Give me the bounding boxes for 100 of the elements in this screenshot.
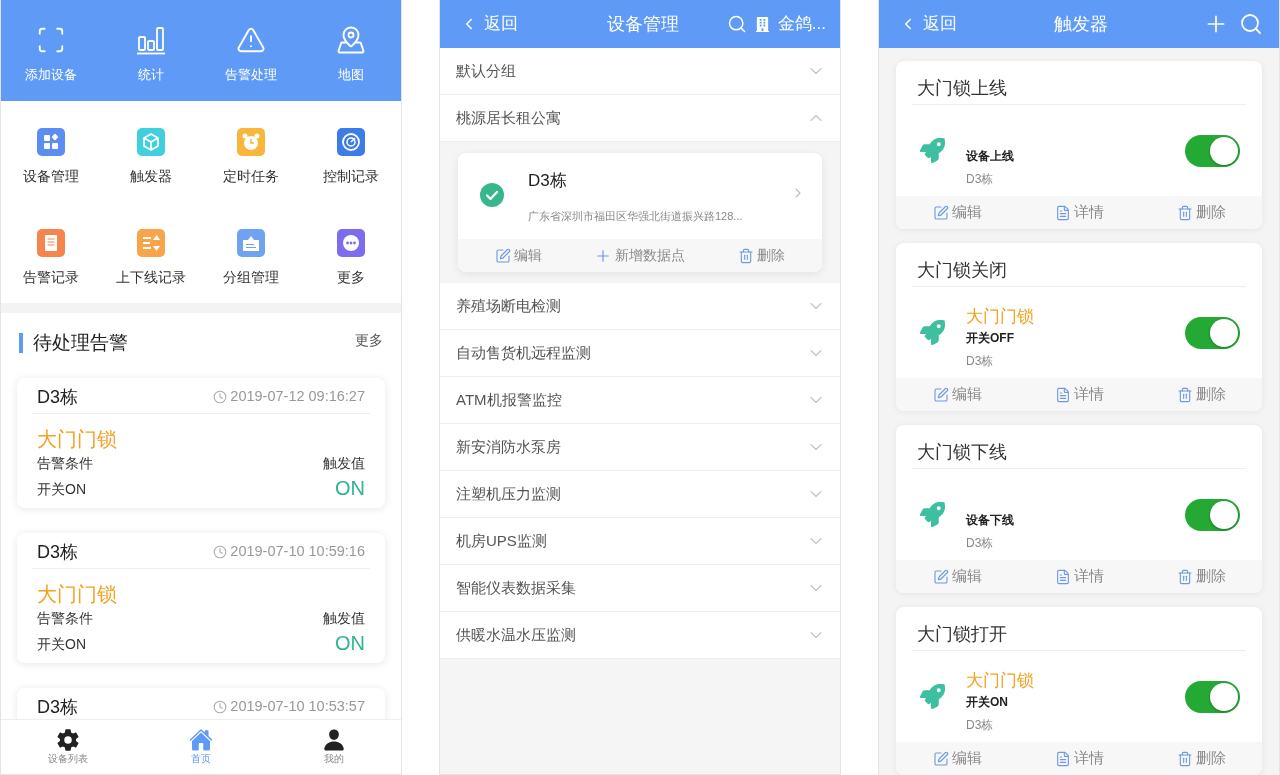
action-button[interactable]: 删除 — [1140, 742, 1262, 775]
feature-button[interactable]: 分组管理 — [201, 202, 301, 303]
organization-selector[interactable]: 金鸽... — [754, 11, 826, 37]
condition-label: 告警条件 — [37, 608, 93, 628]
feature-button[interactable]: 上下线记录 — [101, 202, 201, 303]
sort-icon — [137, 229, 165, 257]
device-card[interactable]: D3栋 广东省深圳市福田区华强北街道振兴路128... 编辑 新增数据点 删除 — [458, 153, 822, 272]
scan-icon — [36, 25, 66, 55]
building-name: D3栋 — [37, 385, 78, 409]
action-button[interactable]: 编辑 — [458, 239, 580, 272]
warning-icon — [236, 25, 266, 55]
more-icon — [337, 229, 365, 257]
page-title: 设备管理 — [607, 12, 679, 36]
action-button[interactable]: 编辑 — [896, 742, 1018, 775]
quick-action-button[interactable]: 添加设备 — [1, 0, 101, 101]
trigger-label: 触发值 — [323, 608, 365, 628]
quick-action-button[interactable]: 地图 — [301, 0, 401, 101]
action-button[interactable]: 详情 — [1018, 196, 1140, 229]
device-location: D3栋 — [966, 535, 995, 552]
trigger-event: 设备上线 — [966, 148, 1014, 165]
nav-tab[interactable]: 首页 — [134, 720, 268, 774]
gear-icon — [55, 728, 80, 752]
action-button[interactable]: 详情 — [1018, 742, 1140, 775]
group-row[interactable]: 默认分组 — [440, 48, 840, 95]
nav-tab[interactable]: 设备列表 — [1, 720, 135, 774]
group-row[interactable]: 注塑机压力监测 — [440, 471, 840, 518]
search-icon[interactable] — [1239, 12, 1263, 36]
device-name: 大门门锁 — [966, 306, 1034, 328]
feature-button[interactable]: 设备管理 — [1, 101, 101, 202]
clock-icon — [213, 700, 228, 714]
group-row[interactable]: 养殖场断电检测 — [440, 283, 840, 330]
document-icon — [1054, 204, 1071, 221]
trigger-event: 设备下线 — [966, 512, 1014, 529]
rocket-icon — [920, 502, 945, 527]
building-icon — [754, 16, 770, 32]
trash-icon — [1176, 750, 1193, 767]
group-row[interactable]: 新安消防水泵房 — [440, 424, 840, 471]
group-row[interactable]: 供暖水温水压监测 — [440, 612, 840, 659]
toggle-switch[interactable] — [1185, 316, 1240, 349]
section-title: 待处理告警 — [33, 330, 128, 355]
quick-action-button[interactable]: 告警处理 — [201, 0, 301, 101]
building-name: D3栋 — [37, 540, 78, 564]
home-icon — [189, 728, 213, 752]
alarm-time: 2019-07-10 10:59:16 — [230, 542, 365, 562]
action-button[interactable]: 编辑 — [896, 378, 1018, 411]
back-button[interactable]: 返回 — [460, 11, 518, 37]
alarm-card[interactable]: D3栋 2019-07-12 09:16:27 大门门锁 告警条件 触发值 开关ON ON — [17, 378, 385, 508]
feature-button[interactable]: 定时任务 — [201, 101, 301, 202]
action-button[interactable]: 删除 — [700, 239, 822, 272]
page-title: 触发器 — [1054, 12, 1108, 36]
back-button[interactable]: 返回 — [899, 11, 957, 37]
action-button[interactable]: 编辑 — [896, 560, 1018, 593]
toggle-switch[interactable] — [1185, 498, 1240, 531]
quick-action-button[interactable]: 统计 — [101, 0, 201, 101]
document-icon — [1054, 386, 1071, 403]
feature-button[interactable]: 触发器 — [101, 101, 201, 202]
toggle-switch[interactable] — [1185, 134, 1240, 167]
group-row[interactable]: 智能仪表数据采集 — [440, 565, 840, 612]
search-icon[interactable] — [726, 14, 747, 34]
alarm-card[interactable]: D3栋 2019-07-10 10:53:57 — [17, 688, 385, 719]
device-name: 大门门锁 — [966, 670, 1034, 692]
action-button[interactable]: 删除 — [1140, 560, 1262, 593]
nav-tab[interactable]: 我的 — [267, 720, 401, 774]
apps-icon — [37, 128, 65, 156]
action-button[interactable]: 删除 — [1140, 196, 1262, 229]
group-row[interactable]: 桃源居长租公寓 — [440, 95, 840, 142]
trash-icon — [1176, 568, 1193, 585]
device-location: D3栋 — [966, 353, 995, 370]
alarm-card[interactable]: D3栋 2019-07-10 10:59:16 大门门锁 告警条件 触发值 开关ON ON — [17, 533, 385, 663]
feature-button[interactable]: 更多 — [301, 202, 401, 303]
feature-button[interactable]: 控制记录 — [301, 101, 401, 202]
edit-icon — [932, 386, 949, 403]
edit-icon — [932, 568, 949, 585]
edit-icon — [932, 750, 949, 767]
action-button[interactable]: 新增数据点 — [579, 239, 701, 272]
device-name: D3栋 — [528, 170, 568, 192]
edit-icon — [495, 247, 512, 264]
action-button[interactable]: 详情 — [1018, 560, 1140, 593]
feature-button[interactable]: 告警记录 — [1, 202, 101, 303]
rocket-icon — [920, 138, 945, 163]
group-row[interactable]: 自动售货机远程监测 — [440, 330, 840, 377]
alarm-time: 2019-07-10 10:53:57 — [230, 697, 365, 717]
trigger-title: 大门锁下线 — [917, 442, 1007, 462]
document-icon — [1054, 568, 1071, 585]
condition-value: 开关ON — [37, 635, 86, 654]
group-row[interactable]: 机房UPS监测 — [440, 518, 840, 565]
trash-icon — [737, 247, 754, 264]
section-marker — [19, 333, 23, 353]
more-link[interactable]: 更多 — [355, 330, 383, 351]
group-row[interactable]: ATM机报警监控 — [440, 377, 840, 424]
action-button[interactable]: 编辑 — [896, 196, 1018, 229]
trash-icon — [1176, 386, 1193, 403]
toggle-switch[interactable] — [1185, 680, 1240, 713]
alarm-time: 2019-07-12 09:16:27 — [230, 387, 365, 407]
device-location: D3栋 — [966, 717, 995, 734]
condition-value: 开关ON — [37, 480, 86, 499]
action-button[interactable]: 详情 — [1018, 378, 1140, 411]
document-icon — [1054, 750, 1071, 767]
check-circle-icon[interactable] — [480, 183, 504, 207]
action-button[interactable]: 删除 — [1140, 378, 1262, 411]
